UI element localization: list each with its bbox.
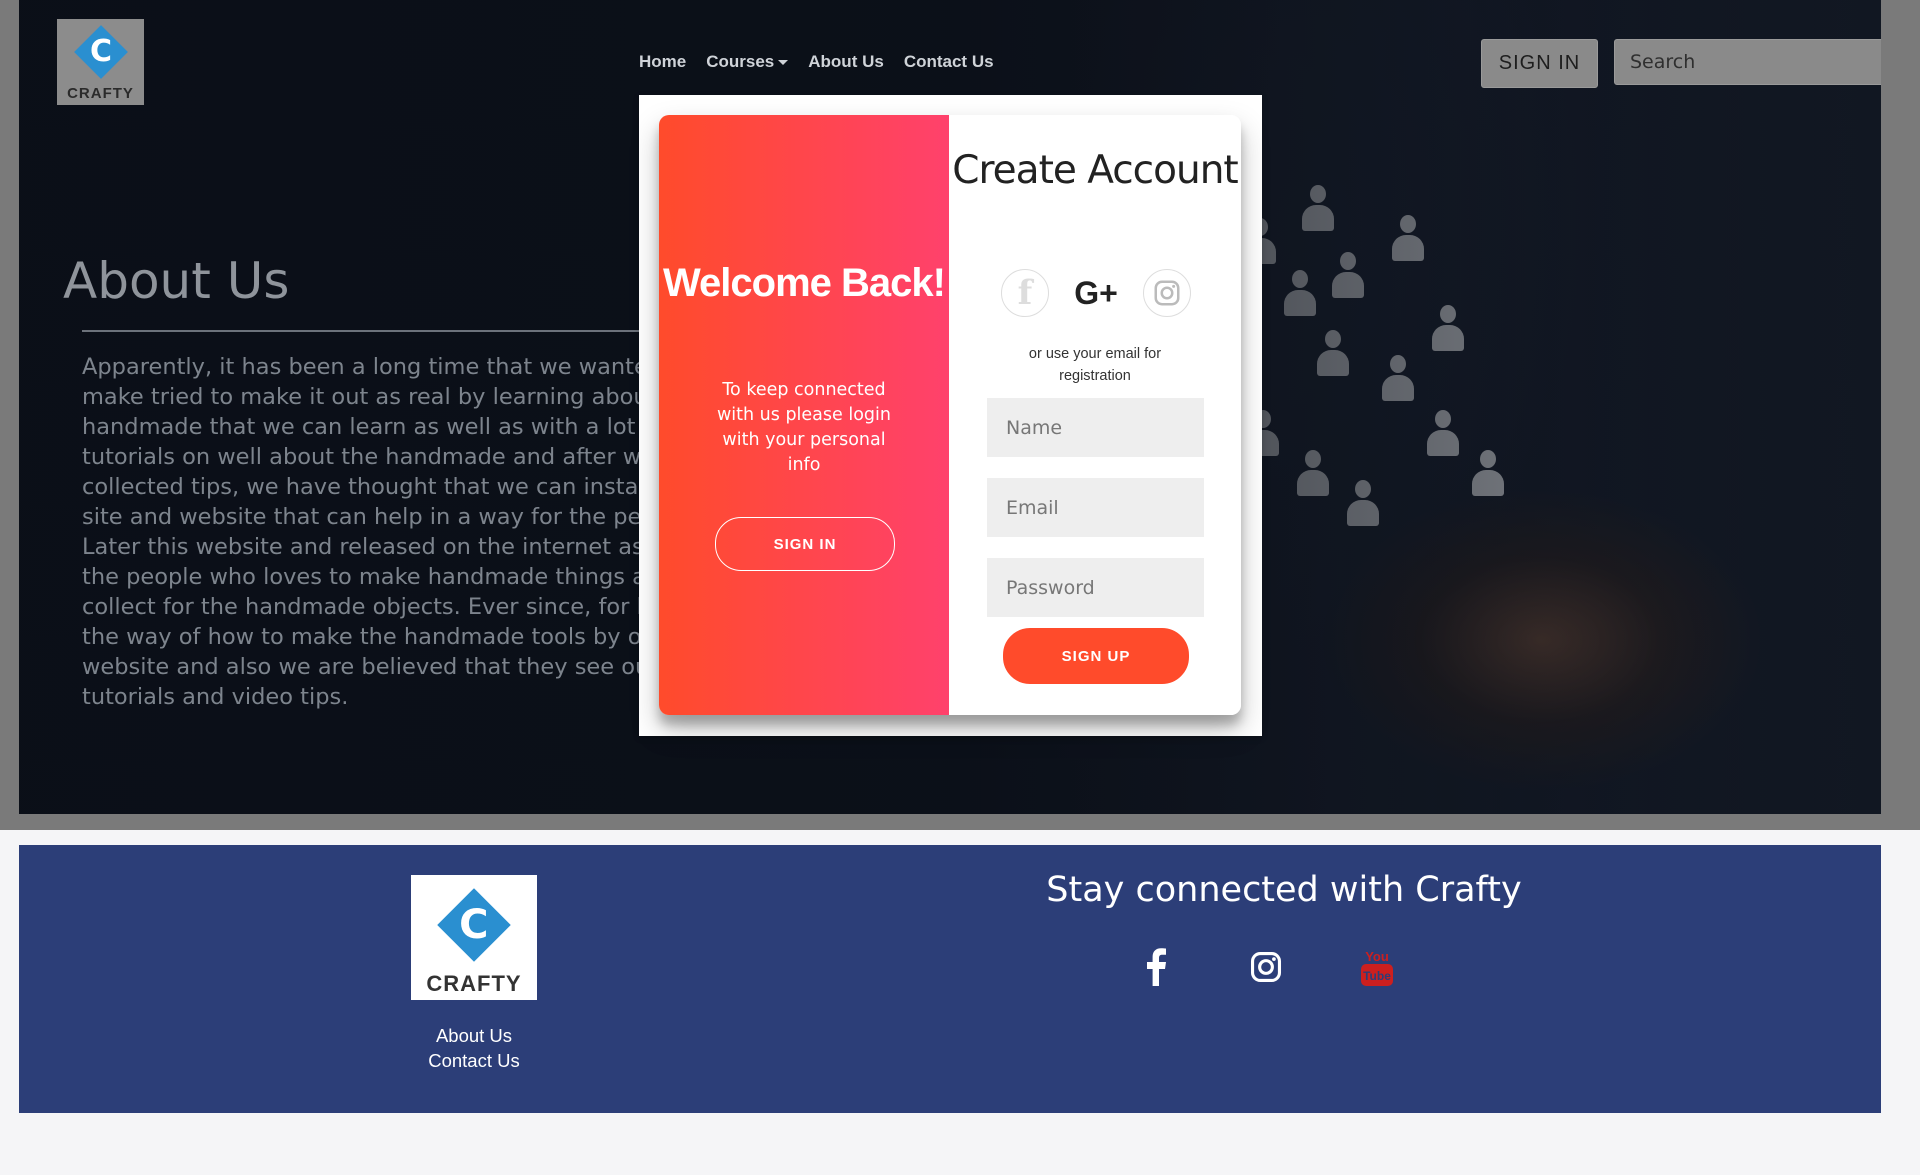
registration-hint: or use your email for registration [1028, 346, 1162, 384]
logo-text: CRAFTY [67, 85, 134, 102]
facebook-icon[interactable] [1136, 947, 1176, 987]
social-signup-row: f G+ [1001, 269, 1191, 317]
welcome-text: To keep connected with us please login w… [716, 380, 891, 475]
email-field[interactable]: Email [987, 478, 1204, 537]
footer-link-about[interactable]: About Us [411, 1025, 537, 1047]
panel-sign-in-button[interactable]: SIGN IN [715, 517, 895, 571]
crafty-logo[interactable]: C CRAFTY [57, 19, 144, 105]
name-field[interactable]: Name [987, 398, 1204, 457]
caret-down-icon [778, 60, 789, 66]
footer: C CRAFTY About Us Contact Us Stay connec… [19, 845, 1881, 1113]
password-field[interactable]: Password [987, 558, 1204, 617]
footer-logo-text: CRAFTY [426, 971, 522, 996]
sign-up-button[interactable]: SIGN UP [1003, 628, 1189, 684]
search-input[interactable]: Search [1614, 39, 1881, 85]
svg-text:You: You [1365, 949, 1389, 964]
about-title: About Us [63, 252, 290, 310]
nav-about-us[interactable]: About Us [808, 52, 884, 72]
facebook-icon[interactable]: f [1001, 269, 1049, 317]
nav-sign-in-button[interactable]: SIGN IN [1481, 39, 1598, 88]
auth-card: Welcome Back! To keep connected with us … [659, 115, 1241, 715]
nav-courses-dropdown[interactable]: Courses [706, 52, 789, 72]
stay-connected-heading: Stay connected with Crafty [1046, 870, 1522, 910]
footer-logo[interactable]: C CRAFTY [411, 875, 537, 1000]
about-body-text: Apparently, it has been a long time that… [82, 354, 718, 710]
footer-link-contact[interactable]: Contact Us [411, 1050, 537, 1072]
youtube-icon[interactable]: You Tube [1357, 947, 1397, 987]
create-account-panel: Create Account f G+ or use your email fo… [949, 115, 1241, 715]
svg-text:Tube: Tube [1363, 969, 1391, 983]
logo-mark-icon: C [437, 888, 511, 962]
nav-home[interactable]: Home [639, 52, 686, 72]
google-plus-icon[interactable]: G+ [1072, 269, 1120, 317]
nav-contact-us[interactable]: Contact Us [904, 52, 994, 72]
instagram-icon[interactable] [1143, 269, 1191, 317]
logo-mark-icon: C [73, 25, 128, 79]
nav-courses-label: Courses [706, 52, 775, 71]
instagram-icon[interactable] [1246, 947, 1286, 987]
about-divider [82, 330, 682, 332]
create-account-title: Create Account [952, 148, 1238, 193]
main-nav: Home Courses About Us Contact Us [639, 52, 994, 72]
welcome-panel: Welcome Back! To keep connected with us … [659, 115, 949, 715]
welcome-title: Welcome Back! [663, 261, 946, 305]
